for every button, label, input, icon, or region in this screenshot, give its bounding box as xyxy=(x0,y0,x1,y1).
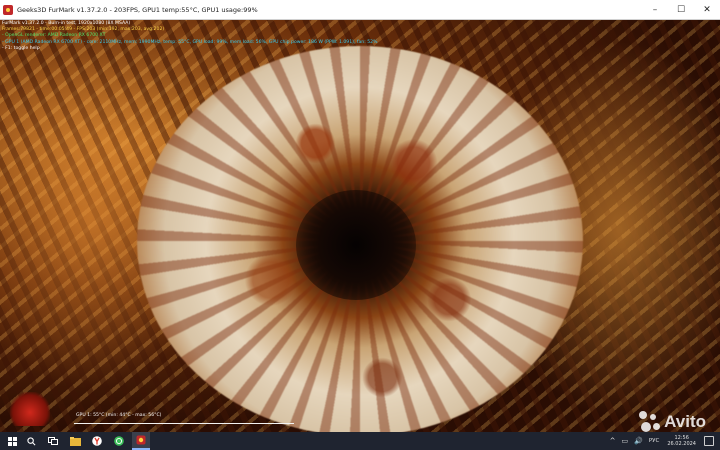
furmark-dragon-logo xyxy=(10,392,50,426)
furmark-icon[interactable] xyxy=(132,432,150,450)
avito-text: Avito xyxy=(664,412,706,431)
maximize-button[interactable]: ☐ xyxy=(668,0,694,19)
notifications-icon[interactable] xyxy=(704,436,714,446)
language-indicator[interactable]: РУС xyxy=(649,438,660,444)
clock-date: 26.02.2024 xyxy=(667,441,696,447)
network-icon[interactable]: ▭ xyxy=(622,437,629,445)
window-title-bar[interactable]: Geeks3D FurMark v1.37.2.0 - 203FPS, GPU1… xyxy=(0,0,720,20)
windows-start-icon[interactable] xyxy=(0,432,18,450)
whatsapp-icon[interactable] xyxy=(110,432,128,450)
avito-logo-icon xyxy=(639,411,661,433)
fur-donut-center xyxy=(296,190,416,300)
volume-icon[interactable]: 🔊 xyxy=(634,437,643,445)
render-viewport[interactable] xyxy=(0,20,720,432)
temperature-graph: GPU 1: 55°C (min: 44°C - max: 56°C) xyxy=(74,413,294,430)
temperature-label: GPU 1: 55°C (min: 44°C - max: 56°C) xyxy=(76,413,162,418)
avito-watermark: Avito xyxy=(639,411,706,433)
tray-chevron-icon[interactable]: ^ xyxy=(610,437,616,445)
yandex-browser-icon[interactable] xyxy=(88,432,106,450)
furmark-app-icon xyxy=(3,4,13,15)
window-controls: – ☐ ✕ xyxy=(642,0,720,19)
system-tray: ^ ▭ 🔊 РУС 12:56 26.02.2024 xyxy=(610,432,720,450)
osd-help-line: - F1: toggle help xyxy=(2,45,40,51)
file-explorer-icon[interactable] xyxy=(66,432,84,450)
osd-overlay: FurMark v1.37.2.0 - Burn-in test, 1920x1… xyxy=(2,21,377,52)
close-button[interactable]: ✕ xyxy=(694,0,720,19)
osd-gpu-line: - GPU 1 (AMD Radeon RX 6700 XT) - core: … xyxy=(2,39,378,45)
clock[interactable]: 12:56 26.02.2024 xyxy=(667,435,696,447)
search-icon[interactable] xyxy=(22,432,40,450)
task-view-icon[interactable] xyxy=(44,432,62,450)
minimize-button[interactable]: – xyxy=(642,0,668,19)
taskbar: ^ ▭ 🔊 РУС 12:56 26.02.2024 xyxy=(0,432,720,450)
window-title: Geeks3D FurMark v1.37.2.0 - 203FPS, GPU1… xyxy=(17,5,258,14)
temperature-line xyxy=(74,423,294,424)
